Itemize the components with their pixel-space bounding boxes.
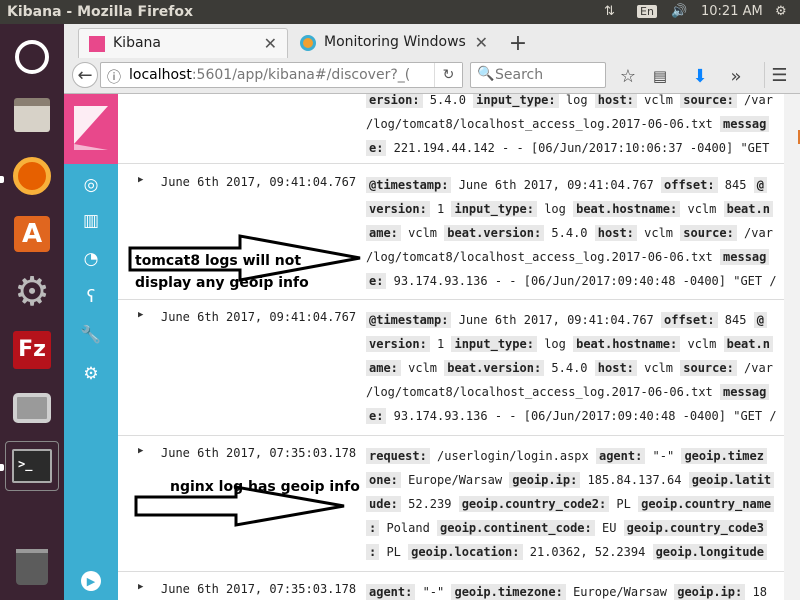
nginx-annotation: nginx log has geoip info [170, 479, 360, 495]
tomcat-annotation: tomcat8 logs will not display any geoip … [135, 253, 309, 291]
annotation-arrows [128, 234, 361, 527]
